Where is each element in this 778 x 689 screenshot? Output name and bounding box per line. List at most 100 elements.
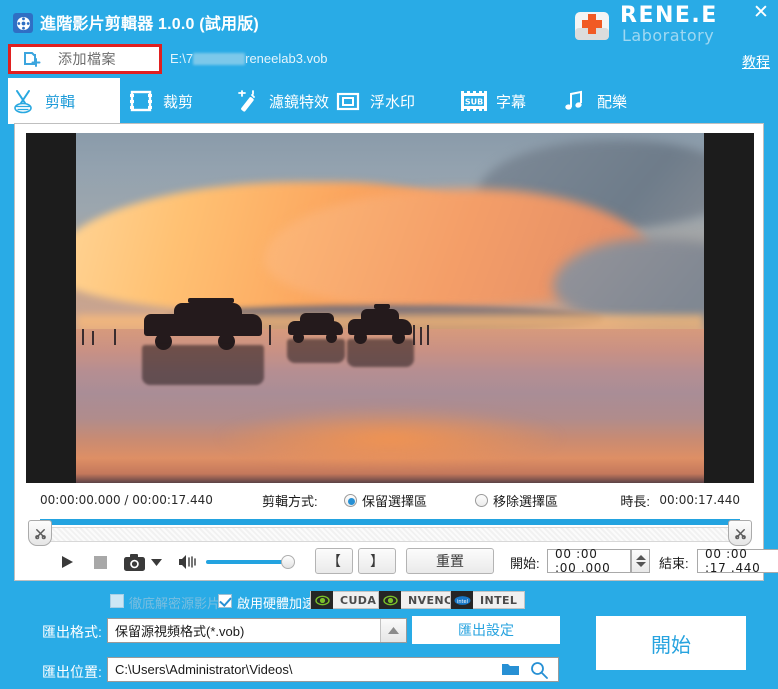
hardware-accel-checkbox[interactable] xyxy=(218,594,232,608)
intel-icon: intel xyxy=(451,591,473,609)
redacted-path-segment xyxy=(193,53,246,65)
badge-intel: intel INTEL xyxy=(450,591,526,609)
timeline-background xyxy=(40,527,740,542)
add-file-highlight: 添加檔案 xyxy=(8,44,162,74)
brand-logo-group: RENE.E Laboratory xyxy=(566,2,756,54)
export-location-field[interactable]: C:\Users\Administrator\Videos\ xyxy=(107,657,559,682)
tab-watermark[interactable]: 浮水印 xyxy=(333,78,443,124)
video-water-glow xyxy=(214,406,566,469)
video-post xyxy=(114,329,116,345)
mark-out-button[interactable]: 】 xyxy=(358,548,396,574)
tab-filters-label: 濾鏡特效 xyxy=(269,93,330,111)
export-format-value: 保留源視頻格式(*.vob) xyxy=(115,624,245,639)
badge-cuda: CUDA xyxy=(310,591,385,609)
watermark-icon xyxy=(333,86,363,116)
export-format-combo[interactable]: 保留源視頻格式(*.vob) xyxy=(107,618,407,643)
tab-edit[interactable]: 剪輯 xyxy=(8,78,120,124)
start-time-value: 00 :00 :00 .000 xyxy=(555,547,611,575)
trim-handle-right[interactable] xyxy=(728,520,752,546)
radio-keep-selection[interactable] xyxy=(344,494,357,507)
play-icon[interactable] xyxy=(56,551,78,573)
radio-keep-selection-label: 保留選擇區 xyxy=(362,494,428,509)
export-settings-button[interactable]: 匯出設定 xyxy=(412,616,560,644)
tab-edit-label: 剪輯 xyxy=(45,93,76,111)
decrypt-source-label: 徹底解密源影片 xyxy=(129,596,221,611)
timeline-selection xyxy=(40,519,740,525)
title-bar: 進階影片剪輯器 1.0.0 (試用版) RENE.E Laboratory ✕ … xyxy=(0,0,778,70)
badge-intel-label: INTEL xyxy=(480,593,518,607)
folder-icon[interactable] xyxy=(501,662,520,682)
nvidia-icon xyxy=(311,591,333,609)
export-location-label: 匯出位置: xyxy=(42,664,102,680)
video-vehicle-mid-reflection xyxy=(287,339,345,363)
stop-icon[interactable] xyxy=(89,551,111,573)
subtitle-icon: SUB xyxy=(459,86,489,116)
end-time-value: 00 :00 :17 .440 xyxy=(705,547,761,575)
reneelab-logo-icon xyxy=(569,4,615,48)
video-post xyxy=(427,325,429,345)
decrypt-source-checkbox[interactable] xyxy=(110,594,124,608)
tab-crop[interactable]: 裁剪 xyxy=(126,78,226,124)
video-vehicle-mid-roof xyxy=(300,313,334,323)
tab-watermark-label: 浮水印 xyxy=(370,93,416,111)
chevron-up-icon[interactable] xyxy=(380,619,406,642)
radio-remove-selection[interactable] xyxy=(475,494,488,507)
volume-slider-knob[interactable] xyxy=(281,555,295,569)
file-path-suffix: reneelab3.vob xyxy=(245,51,328,66)
video-vehicle-left-rack xyxy=(188,298,234,303)
music-note-icon xyxy=(560,86,590,116)
magic-wand-icon xyxy=(232,86,262,116)
app-window: 進階影片剪輯器 1.0.0 (試用版) RENE.E Laboratory ✕ … xyxy=(0,0,778,689)
camera-icon[interactable] xyxy=(122,551,146,573)
export-location-value: C:\Users\Administrator\Videos\ xyxy=(115,662,293,677)
badge-cuda-label: CUDA xyxy=(340,593,377,607)
tab-subtitle[interactable]: SUB 字幕 xyxy=(459,78,559,124)
mark-in-button[interactable]: 【 xyxy=(315,548,353,574)
start-time-stepper[interactable] xyxy=(631,549,650,573)
video-vehicle-right-rack xyxy=(374,304,390,309)
tab-music[interactable]: 配樂 xyxy=(560,78,660,124)
tab-subtitle-label: 字幕 xyxy=(496,93,527,111)
reset-button[interactable]: 重置 xyxy=(406,548,494,574)
close-icon[interactable]: ✕ xyxy=(750,3,772,23)
current-file-path: E:\7 reneelab3.vob xyxy=(170,51,328,66)
nvidia-icon xyxy=(379,591,401,609)
scissors-icon xyxy=(8,86,38,116)
tab-crop-label: 裁剪 xyxy=(163,93,194,111)
tab-music-label: 配樂 xyxy=(597,93,628,111)
svg-text:SUB: SUB xyxy=(465,98,483,107)
time-info-row: 00:00:00.000 / 00:00:17.440 剪輯方式: 保留選擇區 … xyxy=(26,490,754,512)
video-preview[interactable] xyxy=(26,133,754,483)
end-time-label: 結束: xyxy=(659,556,689,571)
duration-label: 時長: xyxy=(620,494,650,509)
film-reel-icon xyxy=(13,13,33,33)
svg-text:intel: intel xyxy=(457,599,468,605)
timeline-track[interactable] xyxy=(28,515,752,546)
window-title: 進階影片剪輯器 1.0.0 (試用版) xyxy=(40,16,259,33)
badge-nvenc: NVENC xyxy=(378,591,461,609)
file-path-prefix: E:\7 xyxy=(170,51,194,66)
hardware-options-row: 徹底解密源影片 啟用硬體加速 CUDA NVENC intel INTEL xyxy=(0,590,778,614)
volume-icon[interactable] xyxy=(176,551,198,573)
video-post xyxy=(82,329,84,345)
duration-value: 00:00:17.440 xyxy=(659,493,740,507)
video-post xyxy=(92,331,94,345)
export-format-label: 匯出格式: xyxy=(42,624,102,640)
start-time-input[interactable]: 00 :00 :00 .000 xyxy=(547,547,631,575)
chevron-down-icon[interactable] xyxy=(148,551,164,573)
end-time-input[interactable]: 00 :00 :17 .440 xyxy=(697,547,778,575)
video-post xyxy=(420,327,422,345)
start-export-button[interactable]: 開始 xyxy=(596,616,746,670)
trim-mode-label: 剪輯方式: xyxy=(262,494,318,509)
hardware-accel-label: 啟用硬體加速 xyxy=(237,596,316,611)
video-vehicle-left-reflection xyxy=(142,345,264,385)
add-file-label: 添加檔案 xyxy=(58,51,116,67)
search-icon[interactable] xyxy=(530,661,548,684)
brand-name: RENE.E xyxy=(620,3,718,28)
volume-slider-track[interactable] xyxy=(206,560,288,564)
add-file-button[interactable]: 添加檔案 xyxy=(11,47,159,71)
time-display: 00:00:00.000 / 00:00:17.440 xyxy=(40,493,213,507)
tutorial-link[interactable]: 教程 xyxy=(742,52,770,72)
video-vehicle-right-reflection xyxy=(347,339,414,367)
trim-handle-left[interactable] xyxy=(28,520,52,546)
